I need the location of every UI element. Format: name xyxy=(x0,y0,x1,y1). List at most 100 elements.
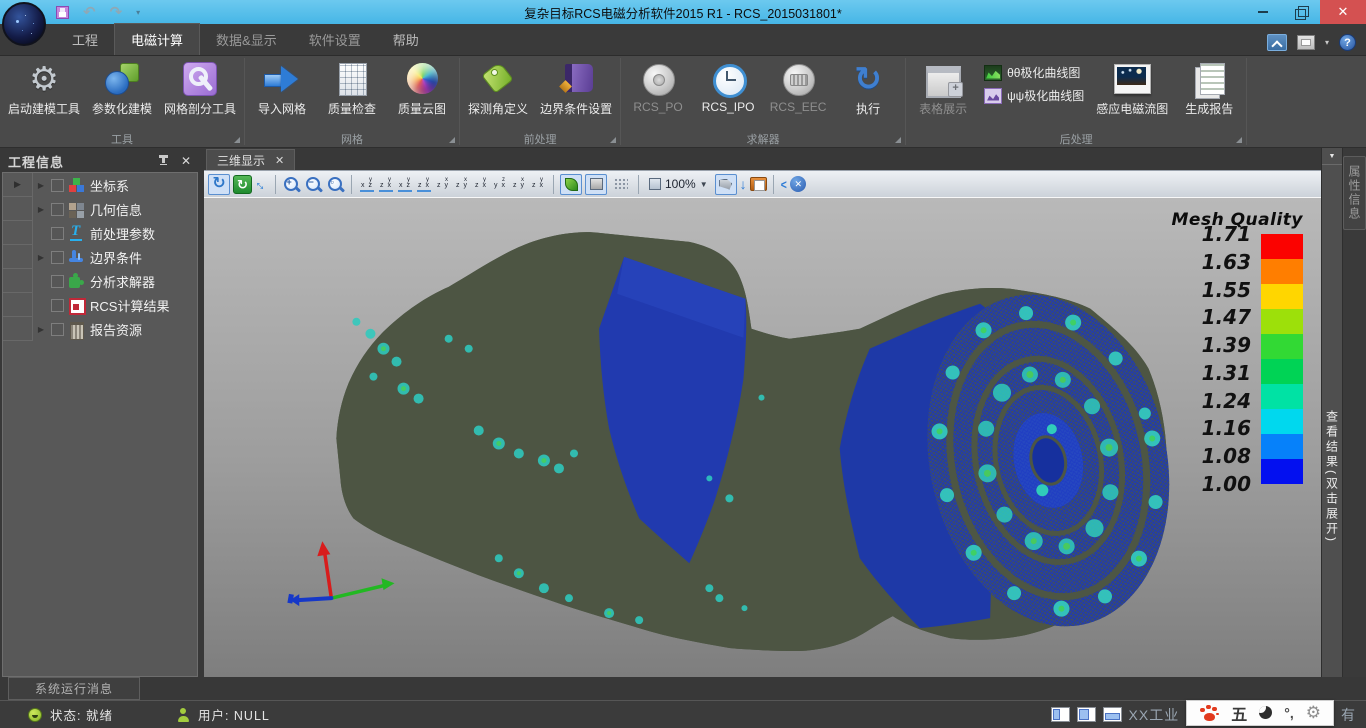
results-tab-label: 查看结果(双击展开) xyxy=(1324,410,1341,544)
ribbon-button[interactable]: RCS_EEC xyxy=(763,58,833,115)
tree-checkbox[interactable] xyxy=(51,323,64,336)
ribbon-button[interactable]: 参数化建模 xyxy=(86,58,158,118)
tree-expander-icon[interactable]: ▶ xyxy=(33,205,49,214)
tree-item[interactable]: 前处理参数 xyxy=(3,221,197,245)
help-icon[interactable]: ? xyxy=(1339,34,1356,51)
properties-rail: 属性信息 xyxy=(1343,148,1366,677)
view-orientation-button[interactable]: zy x xyxy=(491,175,509,194)
ribbon-button[interactable]: 导入网格 xyxy=(247,58,317,118)
view-orientation-button[interactable]: yx z xyxy=(396,175,414,194)
tree-expander-icon[interactable]: ▶ xyxy=(33,325,49,334)
tree-gutter-cell xyxy=(3,293,33,317)
tree-checkbox[interactable] xyxy=(51,251,64,264)
ime-settings-gear-icon[interactable]: ⚙ xyxy=(1306,703,1321,723)
menu-tab[interactable]: 数据&显示 xyxy=(200,23,293,55)
zoom-level-dropdown[interactable]: 100% ▼ xyxy=(645,174,712,195)
pan-tool-button[interactable]: ↔ xyxy=(251,173,272,194)
wireframe-view-button[interactable] xyxy=(610,174,632,195)
ribbon-button[interactable]: RCS_IPO xyxy=(693,58,763,115)
tree-item[interactable]: ▶报告资源 xyxy=(3,317,197,341)
panel-close-icon[interactable]: ✕ xyxy=(181,154,192,168)
collapse-ribbon-icon[interactable] xyxy=(1267,34,1287,51)
view-orientation-button[interactable]: yz x xyxy=(529,175,547,194)
fit-view-button[interactable] xyxy=(715,174,737,195)
view-orientation-button[interactable]: xz y xyxy=(434,175,452,194)
ribbon-button[interactable]: RCS_PO xyxy=(623,58,693,115)
ribbon-button[interactable]: 启动建模工具 xyxy=(2,58,86,118)
properties-tab[interactable]: 属性信息 xyxy=(1343,156,1366,230)
tree-checkbox[interactable] xyxy=(51,275,64,288)
tree-item[interactable]: RCS计算结果 xyxy=(3,293,197,317)
minimize-button[interactable] xyxy=(1244,0,1282,24)
tree-expander-icon[interactable]: ▶ xyxy=(33,181,49,190)
view-orientation-button[interactable]: yz x xyxy=(415,175,433,194)
view-orientation-button[interactable]: xz y xyxy=(510,175,528,194)
app-logo[interactable] xyxy=(2,2,46,46)
tree-checkbox[interactable] xyxy=(51,299,64,312)
tree-item[interactable]: ▶边界条件 xyxy=(3,245,197,269)
layout-wide-left-panel-icon[interactable] xyxy=(1077,707,1096,722)
tab-close-icon[interactable]: ✕ xyxy=(275,154,284,167)
status-icon xyxy=(28,708,42,722)
ime-fullhalf-moon-icon[interactable] xyxy=(1259,706,1272,719)
ime-punctuation-icon[interactable]: °, xyxy=(1284,705,1294,721)
display-style-icon[interactable] xyxy=(1297,35,1315,50)
tab-3d-view[interactable]: 三维显示 ✕ xyxy=(206,149,295,170)
zoom-in-button[interactable]: + xyxy=(282,175,301,194)
menu-tab[interactable]: 软件设置 xyxy=(293,23,377,55)
menu-tab[interactable]: 电磁计算 xyxy=(114,23,200,55)
clock-icon xyxy=(709,61,747,97)
view-orientation-button[interactable]: yz x xyxy=(377,175,395,194)
tree-item[interactable]: ▶▶坐标系 xyxy=(3,173,197,197)
zoom-out-button[interactable]: − xyxy=(304,175,323,194)
display-style-dropdown-icon[interactable]: ▾ xyxy=(1325,38,1329,47)
tree-checkbox[interactable] xyxy=(51,203,64,216)
pin-icon[interactable] xyxy=(157,155,169,167)
gutter-expander-icon[interactable]: ▶ xyxy=(14,179,21,190)
rotate-tool-button[interactable]: ↻ xyxy=(208,174,230,195)
ribbon-button[interactable]: ψψ极化曲线图 xyxy=(984,87,1084,104)
share-button[interactable]: < xyxy=(780,177,786,192)
move-down-button[interactable]: ↓ xyxy=(740,176,747,192)
ribbon-button[interactable]: 生成报告 xyxy=(1174,58,1244,118)
layout-bottom-panel-icon[interactable] xyxy=(1103,707,1122,722)
clear-view-button[interactable]: ✕ xyxy=(790,176,806,192)
ribbon-button[interactable]: 探测角定义 xyxy=(462,58,534,118)
capture-window-button[interactable] xyxy=(750,177,767,191)
tree-checkbox[interactable] xyxy=(51,179,64,192)
ribbon-button[interactable]: 表格展示 xyxy=(908,58,978,118)
close-button[interactable]: ✕ xyxy=(1320,0,1366,24)
tree-item[interactable]: 分析求解器 xyxy=(3,269,197,293)
surface-view-button[interactable] xyxy=(585,174,607,195)
tree-expander-icon[interactable]: ▶ xyxy=(33,253,49,262)
menu-tab[interactable]: 工程 xyxy=(56,23,114,55)
quality-grid-icon xyxy=(333,61,371,97)
tree-item[interactable]: ▶几何信息 xyxy=(3,197,197,221)
project-panel-title: 工程信息 xyxy=(8,152,64,171)
ribbon-button[interactable]: 执行 xyxy=(833,58,903,118)
baidu-paw-icon[interactable] xyxy=(1199,705,1219,721)
layout-left-panel-icon[interactable] xyxy=(1051,707,1070,722)
view-orientation-button[interactable]: yx z xyxy=(358,175,376,194)
shaded-view-button[interactable] xyxy=(560,174,582,195)
ime-toolbar: 五 °, ⚙ xyxy=(1186,700,1334,726)
ribbon-button[interactable]: 边界条件设置 xyxy=(534,58,618,118)
rcs-result-icon xyxy=(68,297,85,313)
ribbon-button[interactable]: 质量云图 xyxy=(387,58,457,118)
tab-list-dropdown-icon[interactable]: ▼ xyxy=(1329,153,1336,160)
results-strip-body[interactable]: 查看结果(双击展开) xyxy=(1322,164,1342,677)
ribbon-button[interactable]: 质量检查 xyxy=(317,58,387,118)
menu-tab[interactable]: 帮助 xyxy=(377,23,435,55)
ime-mode-label[interactable]: 五 xyxy=(1231,701,1247,725)
tree-checkbox[interactable] xyxy=(51,227,64,240)
view-orientation-button[interactable]: xz y xyxy=(453,175,471,194)
system-messages-tab[interactable]: 系统运行消息 xyxy=(8,677,140,700)
refresh-view-button[interactable]: ↻ xyxy=(233,175,252,194)
ribbon-button[interactable]: 感应电磁流图 xyxy=(1090,58,1174,118)
view-orientation-button[interactable]: yz x xyxy=(472,175,490,194)
ribbon-button[interactable]: θθ极化曲线图 xyxy=(984,64,1084,81)
ribbon-button[interactable]: 网格剖分工具 xyxy=(158,58,242,118)
zoom-window-button[interactable]: ▫ xyxy=(326,175,345,194)
restore-button[interactable] xyxy=(1282,0,1320,24)
3d-viewport[interactable] xyxy=(204,198,1321,677)
